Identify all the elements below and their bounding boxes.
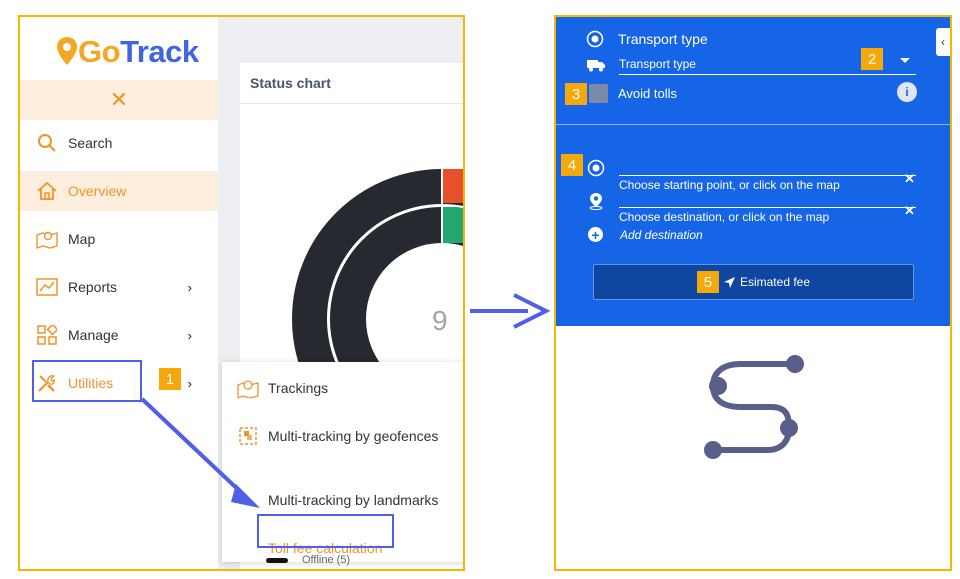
avoid-tolls-label: Avoid tolls xyxy=(618,86,678,101)
start-point-icon xyxy=(587,159,605,177)
badge-4: 4 xyxy=(561,154,583,176)
transport-type-title: Transport type xyxy=(618,31,708,47)
toll-fee-form: ‹ Transport type Transport type 2 3 Avoi… xyxy=(556,17,950,326)
field-underline xyxy=(619,207,916,208)
dropdown-arrow-icon xyxy=(900,58,910,63)
destination-pin-icon xyxy=(589,193,603,210)
estimated-fee-button[interactable]: 5 Esimated fee xyxy=(593,264,914,300)
arrowhead-utilities xyxy=(231,484,260,508)
chevron-left-icon: ‹ xyxy=(941,35,945,49)
clear-destination-icon[interactable]: ✕ xyxy=(904,203,915,219)
badge-5: 5 xyxy=(696,271,719,293)
send-icon xyxy=(723,276,735,288)
add-icon[interactable]: + xyxy=(588,227,603,242)
estimated-fee-label: Esimated fee xyxy=(739,275,811,289)
select-underline xyxy=(619,74,916,75)
section-divider xyxy=(556,124,950,125)
field-underline xyxy=(619,175,916,176)
badge-2: 2 xyxy=(861,48,883,70)
toll-fee-panel: ‹ Transport type Transport type 2 3 Avoi… xyxy=(554,15,952,571)
starting-point-placeholder: Choose starting point, or click on the m… xyxy=(619,178,840,192)
badge-3: 3 xyxy=(565,83,587,105)
arrow-line-utilities xyxy=(140,397,248,499)
route-icon xyxy=(704,355,804,459)
add-destination-link[interactable]: Add destination xyxy=(620,228,703,242)
radio-selected-icon xyxy=(586,30,604,48)
transport-type-value: Transport type xyxy=(619,57,696,71)
clear-start-icon[interactable]: ✕ xyxy=(904,171,915,187)
truck-icon xyxy=(587,60,605,72)
avoid-tolls-checkbox[interactable] xyxy=(589,84,608,103)
destination-placeholder: Choose destination, or click on the map xyxy=(619,210,830,224)
info-icon[interactable]: i xyxy=(897,82,917,102)
collapse-panel-button[interactable]: ‹ xyxy=(936,28,950,56)
